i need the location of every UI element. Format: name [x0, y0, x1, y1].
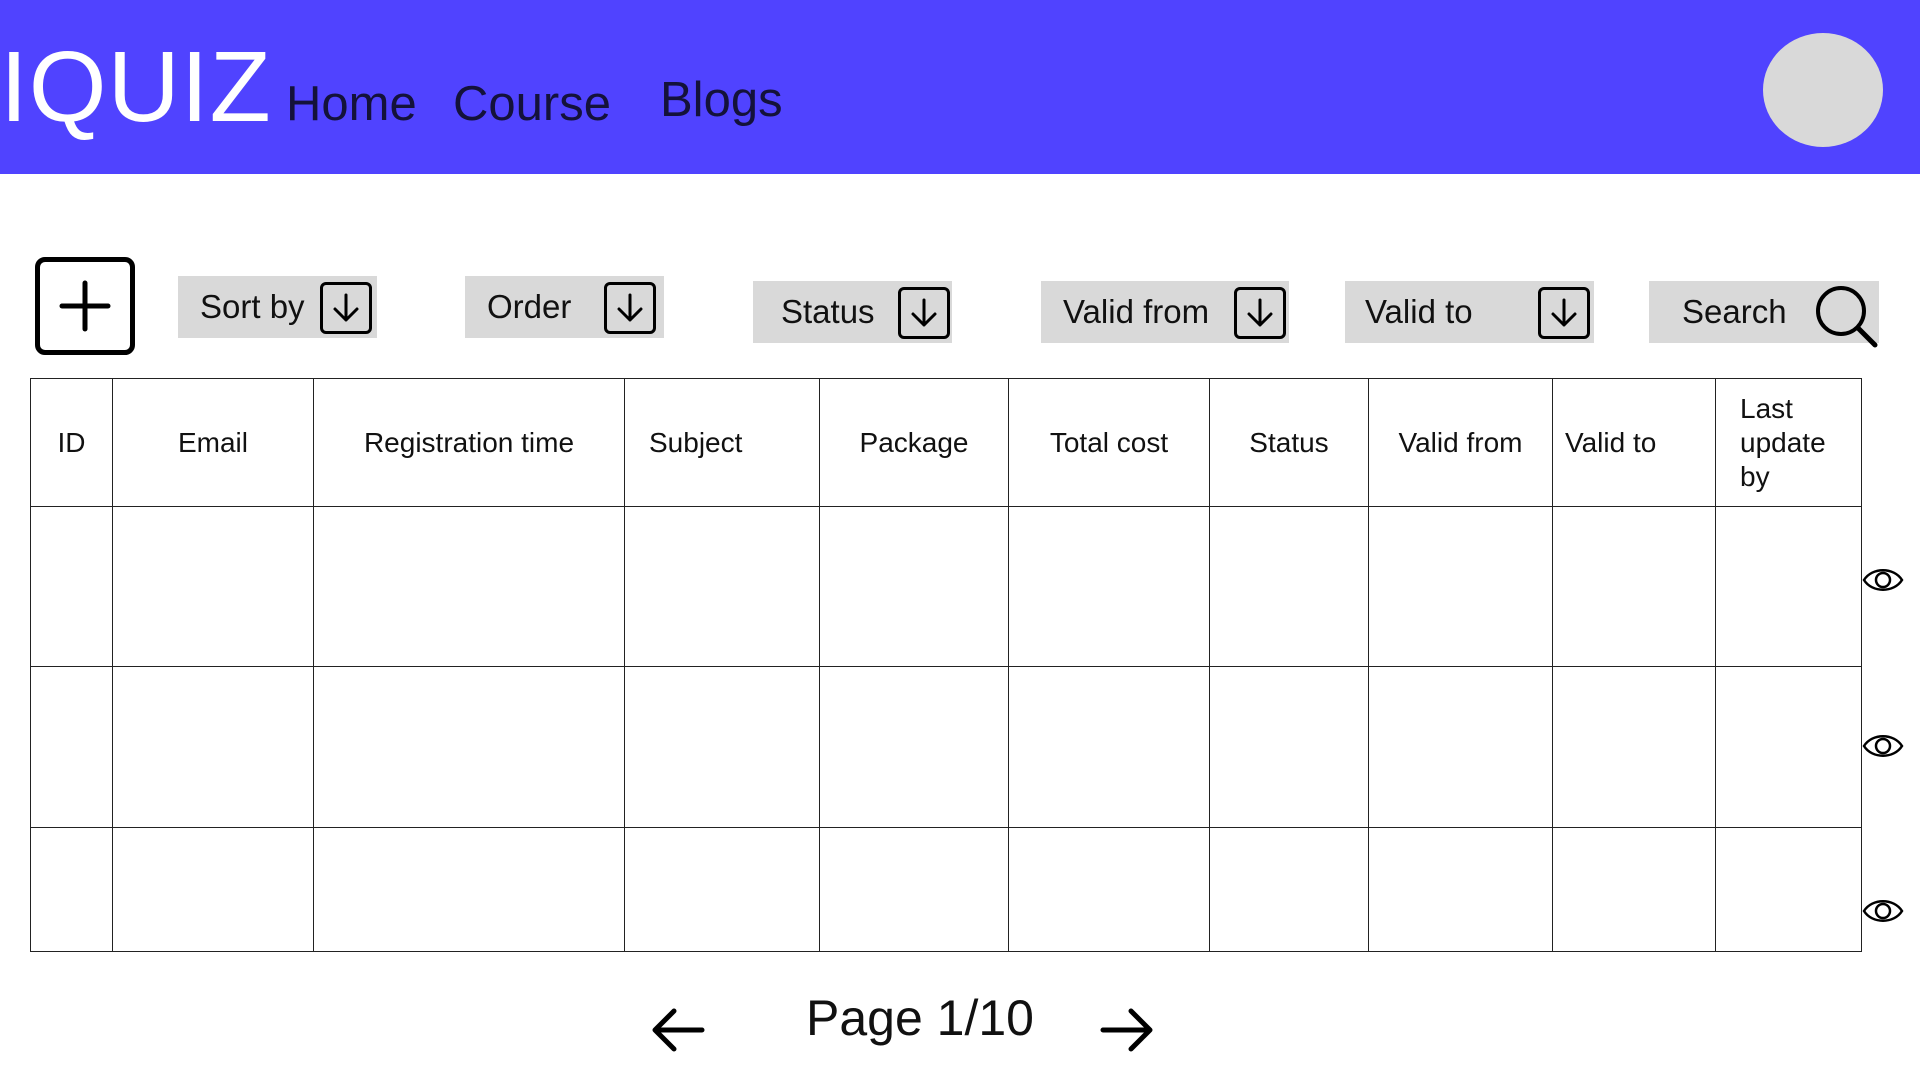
- arrow-down-icon: [1538, 287, 1590, 339]
- eye-icon[interactable]: [1862, 729, 1904, 763]
- arrow-right-icon[interactable]: [1099, 1005, 1155, 1055]
- app-logo[interactable]: IQUIZ: [0, 28, 272, 146]
- top-navigation-bar: IQUIZ Home Course Blogs: [0, 0, 1920, 174]
- table-cell: [313, 666, 625, 828]
- table-cell: [819, 666, 1009, 828]
- search-label[interactable]: Search: [1682, 293, 1787, 330]
- nav-blogs-link[interactable]: Blogs: [660, 70, 783, 130]
- table-cell: [1552, 666, 1716, 828]
- column-header-subject[interactable]: Subject: [624, 377, 820, 508]
- column-header-total-cost[interactable]: Total cost: [1008, 377, 1210, 508]
- status-filter-label: Status: [781, 293, 875, 330]
- eye-icon[interactable]: [1862, 894, 1904, 928]
- arrow-down-icon: [604, 282, 656, 334]
- eye-icon[interactable]: [1862, 563, 1904, 597]
- column-header-email[interactable]: Email: [112, 377, 314, 508]
- table-row[interactable]: [30, 666, 1862, 828]
- table-cell: [112, 506, 314, 668]
- table-cell: [112, 826, 314, 953]
- table-cell: [1209, 506, 1369, 668]
- arrow-down-icon: [1234, 287, 1286, 339]
- plus-icon: [59, 280, 111, 332]
- table-cell: [30, 826, 113, 953]
- table-row[interactable]: [30, 506, 1862, 668]
- table-cell: [1552, 506, 1716, 668]
- table-cell: [1715, 666, 1862, 828]
- table-cell: [1715, 506, 1862, 668]
- table-cell: [1368, 666, 1553, 828]
- column-header-valid-to[interactable]: Valid to: [1552, 377, 1716, 508]
- table-cell: [624, 826, 820, 953]
- search-icon[interactable]: [1813, 283, 1879, 349]
- column-header-id[interactable]: ID: [30, 377, 113, 508]
- search-box[interactable]: Search: [1649, 281, 1879, 348]
- add-button[interactable]: [35, 257, 135, 355]
- arrow-left-icon[interactable]: [650, 1005, 706, 1055]
- table-cell: [819, 506, 1009, 668]
- column-header-valid-from[interactable]: Valid from: [1368, 377, 1553, 508]
- table-cell: [1368, 826, 1553, 953]
- table-cell: [624, 666, 820, 828]
- column-header-status[interactable]: Status: [1209, 377, 1369, 508]
- page-indicator: Page 1/10: [806, 990, 1034, 1046]
- nav-home-link[interactable]: Home: [286, 74, 417, 134]
- sort-by-label: Sort by: [200, 288, 305, 325]
- table-cell: [313, 826, 625, 953]
- table-cell: [1008, 826, 1210, 953]
- order-dropdown[interactable]: Order: [465, 276, 664, 338]
- table-cell: [30, 666, 113, 828]
- table-cell: [819, 826, 1009, 953]
- table-row[interactable]: [30, 826, 1862, 953]
- arrow-down-icon: [898, 287, 950, 339]
- column-header-last-update-by[interactable]: Last update by: [1715, 377, 1862, 508]
- valid-to-filter-label: Valid to: [1365, 293, 1473, 330]
- table-cell: [1552, 826, 1716, 953]
- table-cell: [1368, 506, 1553, 668]
- table-cell: [1008, 506, 1210, 668]
- order-label: Order: [487, 288, 572, 325]
- sort-by-dropdown[interactable]: Sort by: [178, 276, 377, 338]
- valid-from-filter-dropdown[interactable]: Valid from: [1041, 281, 1289, 343]
- table-cell: [30, 506, 113, 668]
- valid-to-filter-dropdown[interactable]: Valid to: [1345, 281, 1594, 343]
- arrow-down-icon: [320, 282, 372, 334]
- table-cell: [624, 506, 820, 668]
- column-header-package[interactable]: Package: [819, 377, 1009, 508]
- column-header-registration-time[interactable]: Registration time: [313, 377, 625, 508]
- table-cell: [112, 666, 314, 828]
- table-cell: [1209, 826, 1369, 953]
- table-cell: [1715, 826, 1862, 953]
- table-cell: [313, 506, 625, 668]
- valid-from-filter-label: Valid from: [1063, 293, 1210, 330]
- user-avatar[interactable]: [1763, 33, 1883, 147]
- status-filter-dropdown[interactable]: Status: [753, 281, 952, 343]
- nav-course-link[interactable]: Course: [453, 74, 611, 134]
- table-cell: [1209, 666, 1369, 828]
- registrations-table: ID Email Registration time Subject Packa…: [30, 377, 1862, 953]
- table-header-row: ID Email Registration time Subject Packa…: [30, 377, 1862, 508]
- table-cell: [1008, 666, 1210, 828]
